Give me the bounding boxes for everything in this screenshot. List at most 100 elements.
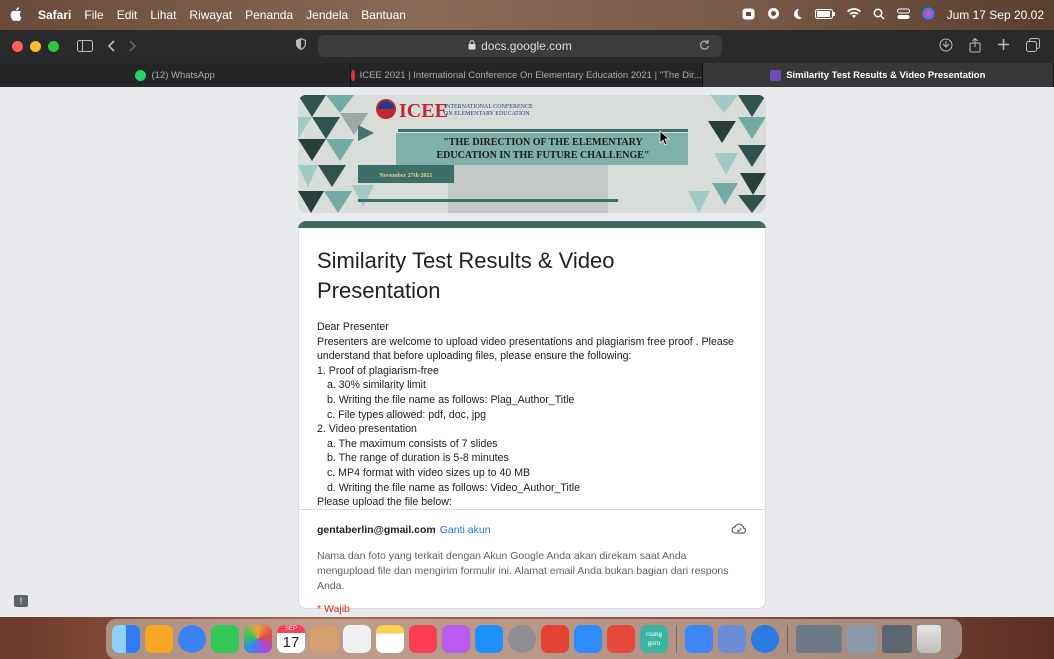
account-card: gentaberlin@gmail.com Ganti akun Nama da…	[298, 509, 766, 615]
close-window-button[interactable]	[12, 41, 23, 52]
calendar-month: SEP	[277, 625, 305, 633]
dock-separator	[787, 625, 788, 653]
calendar-icon[interactable]: SEP 17	[277, 625, 305, 653]
required-indicator: * Wajib	[317, 603, 350, 615]
apple-menu-icon[interactable]	[10, 6, 22, 24]
wps-office-icon[interactable]	[607, 625, 635, 653]
tab-whatsapp[interactable]: (12) WhatsApp	[0, 63, 352, 87]
privacy-shield-icon[interactable]	[296, 38, 306, 53]
calendar-day: 17	[282, 634, 300, 651]
description-line: a. The maximum consists of 7 slides	[327, 437, 498, 450]
address-bar[interactable]: docs.google.com	[318, 35, 722, 57]
description-line: Please upload the file below:	[317, 496, 452, 509]
finder-icon[interactable]	[112, 625, 140, 653]
system-preferences-icon[interactable]	[508, 625, 536, 653]
menu-file[interactable]: File	[84, 8, 103, 22]
ruangguru-icon[interactable]: ruang guru	[640, 625, 668, 653]
url-text: docs.google.com	[481, 39, 572, 53]
theme-line-2: EDUCATION IN THE FUTURE CHALLENGE"	[437, 150, 650, 161]
menu-view[interactable]: Lihat	[150, 8, 176, 22]
battery-icon[interactable]	[814, 8, 835, 22]
preview-icon[interactable]	[718, 625, 746, 653]
description-line: c. MP4 format with video sizes up to 40 …	[327, 466, 531, 479]
description-line: a. 30% similarity limit	[327, 379, 426, 392]
minimized-window-icon[interactable]	[882, 625, 912, 653]
reminders-icon[interactable]	[343, 625, 371, 653]
minimized-window-icon[interactable]	[796, 625, 842, 653]
photo-booth-icon[interactable]	[541, 625, 569, 653]
switch-account-link[interactable]: Ganti akun	[440, 524, 491, 536]
launchpad-icon[interactable]	[145, 625, 173, 653]
downloads-icon[interactable]	[939, 38, 953, 56]
contacts-icon[interactable]	[310, 625, 338, 653]
tab-form[interactable]: Similarity Test Results & Video Presenta…	[702, 63, 1054, 87]
theme-line-1: "THE DIRECTION OF THE ELEMENTARY	[443, 137, 643, 148]
menu-bar: Safari File Edit Lihat Riwayat Penanda J…	[0, 0, 1054, 30]
sidebar-toggle-icon[interactable]	[77, 39, 93, 55]
clock[interactable]: Jum 17 Sep 20.02	[947, 8, 1044, 22]
description-line: 2. Video presentation	[317, 423, 417, 436]
minimize-window-button[interactable]	[30, 41, 41, 52]
zoom-icon[interactable]	[574, 625, 602, 653]
icee-favicon-icon	[351, 69, 355, 81]
google-forms-icon	[770, 69, 782, 81]
menu-safari[interactable]: Safari	[38, 8, 71, 22]
icee-logo-text: ICEE	[399, 100, 448, 122]
tab-bar: (12) WhatsApp ICEE 2021 | International …	[0, 63, 1054, 87]
description-line: b. Writing the file name as follows: Pla…	[327, 393, 575, 406]
trash-icon[interactable]	[917, 625, 941, 653]
photos-icon[interactable]	[244, 625, 272, 653]
cloud-saved-icon[interactable]	[731, 522, 747, 537]
account-email: gentaberlin@gmail.com	[317, 523, 436, 536]
messages-icon[interactable]	[211, 625, 239, 653]
account-notice: Nama dan foto yang terkait dengan Akun G…	[317, 550, 729, 592]
menu-bookmarks[interactable]: Penanda	[245, 8, 293, 22]
whatsapp-icon	[135, 69, 147, 81]
menu-history[interactable]: Riwayat	[189, 8, 232, 22]
moon-icon[interactable]	[792, 8, 803, 23]
org-line-1: INTERNATIONAL CONFERENCE	[444, 104, 533, 110]
share-icon[interactable]	[969, 37, 981, 56]
screen-record-icon[interactable]	[742, 8, 755, 23]
lock-icon	[468, 39, 476, 53]
spotlight-icon[interactable]	[873, 8, 885, 23]
wifi-icon[interactable]	[846, 8, 861, 22]
quicktime-icon[interactable]	[751, 625, 779, 653]
page-content: ICEE INTERNATIONAL CONFERENCE ON ELEMENT…	[0, 87, 1054, 617]
app-store-icon[interactable]	[475, 625, 503, 653]
reload-icon[interactable]	[699, 39, 710, 53]
siri-icon[interactable]	[922, 7, 935, 23]
minimized-window-icon[interactable]	[847, 625, 877, 653]
mail-icon[interactable]	[685, 625, 713, 653]
menu-help[interactable]: Bantuan	[361, 8, 406, 22]
form-description: Dear Presenter Presenters are welcome to …	[317, 320, 747, 510]
forward-icon[interactable]	[129, 39, 137, 55]
menu-window[interactable]: Jendela	[306, 8, 348, 22]
window-controls	[12, 41, 59, 52]
description-line: Presenters are welcome to upload video p…	[317, 335, 734, 363]
music-icon[interactable]	[409, 625, 437, 653]
back-icon[interactable]	[107, 39, 115, 55]
description-line: b. The range of duration is 5-8 minutes	[327, 452, 509, 465]
notes-icon[interactable]	[376, 625, 404, 653]
form-title: Similarity Test Results & Video Presenta…	[317, 248, 615, 303]
tab-label: ICEE 2021 | International Conference On …	[359, 69, 702, 81]
tab-icee[interactable]: ICEE 2021 | International Conference On …	[351, 63, 703, 87]
tab-overview-icon[interactable]	[1026, 38, 1040, 56]
menu-edit[interactable]: Edit	[117, 8, 138, 22]
description-line: d. Writing the file name as follows: Vid…	[327, 481, 581, 494]
tab-label: Similarity Test Results & Video Presenta…	[786, 69, 986, 81]
record-icon[interactable]	[767, 7, 780, 23]
new-tab-icon[interactable]	[997, 38, 1010, 56]
tab-label: (12) WhatsApp	[151, 69, 215, 81]
dock: SEP 17 ruang guru	[106, 619, 962, 659]
safari-icon[interactable]	[178, 625, 206, 653]
event-date: November 27th 2021	[380, 173, 433, 179]
zoom-window-button[interactable]	[48, 41, 59, 52]
podcasts-icon[interactable]	[442, 625, 470, 653]
dock-separator	[676, 625, 677, 653]
feedback-icon[interactable]: !	[14, 595, 28, 607]
description-line: c. File types allowed: pdf, doc, jpg	[327, 408, 486, 421]
description-line: Dear Presenter	[317, 321, 389, 333]
control-center-icon[interactable]	[896, 8, 910, 23]
